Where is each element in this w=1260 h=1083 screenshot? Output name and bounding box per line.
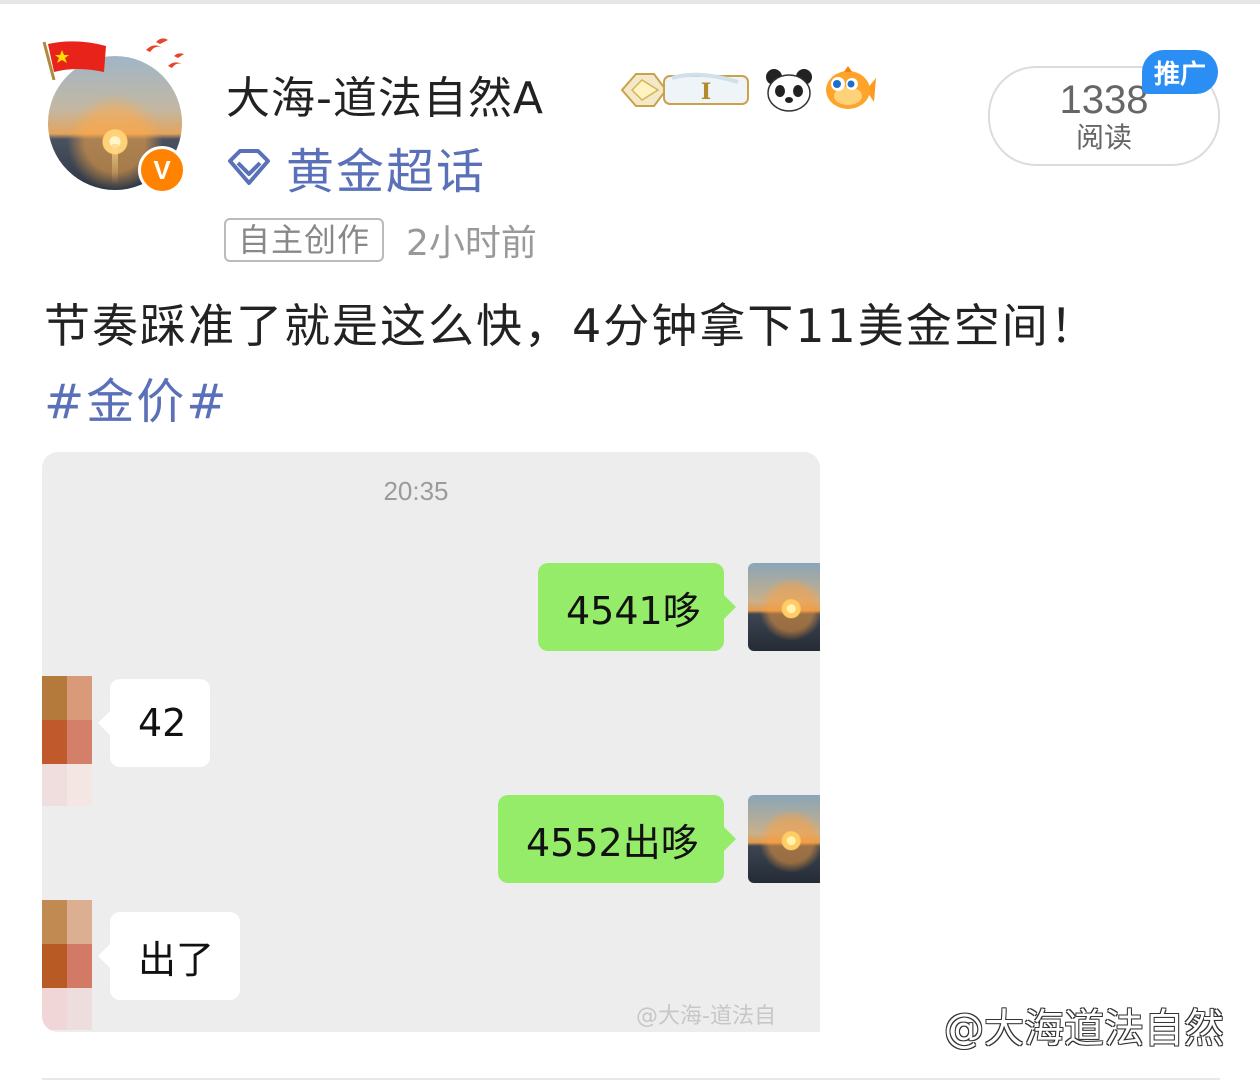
bottom-divider: [42, 1078, 1220, 1080]
sender-avatar: [748, 795, 820, 883]
author-badges: I: [618, 62, 876, 118]
page-watermark: @大海道法自然: [944, 1006, 1224, 1052]
super-topic-link[interactable]: 黄金超话: [226, 132, 486, 202]
contact-avatar-blurred: [42, 676, 92, 806]
chat-screenshot-image[interactable]: 20:35 4541哆 42 4552出哆 出了 @大海-道法自: [42, 452, 820, 1032]
chat-message-outgoing: 4552出哆: [498, 795, 736, 883]
read-count: 1338: [1059, 78, 1149, 122]
author-avatar[interactable]: V: [40, 36, 200, 196]
chat-timestamp: 20:35: [383, 476, 449, 506]
diamond-icon: [228, 149, 270, 185]
post-text: 节奏踩准了就是这么快，4分钟拿下11美金空间！: [44, 299, 1098, 353]
promote-badge[interactable]: 推广: [1142, 50, 1218, 94]
original-tag: 自主创作: [224, 218, 385, 262]
hashtag-link[interactable]: #金价#: [44, 362, 228, 432]
chat-message-incoming: 出了: [98, 912, 240, 1000]
contact-avatar-blurred: [42, 900, 92, 1030]
sender-avatar: [748, 563, 820, 651]
author-name[interactable]: 大海-道法自然A: [226, 62, 544, 126]
post-meta: 自主创作 2小时前: [224, 214, 537, 266]
chat-message-outgoing: 4541哆: [538, 563, 736, 651]
verified-badge: V: [138, 146, 186, 194]
fish-icon[interactable]: [824, 66, 876, 114]
chat-watermark: @大海-道法自: [636, 1004, 776, 1029]
read-label: 阅读: [1075, 121, 1132, 154]
birds-icon: [146, 38, 184, 68]
chat-message-incoming: 42: [98, 679, 210, 767]
svg-text:I: I: [701, 79, 711, 105]
level-badge-icon[interactable]: I: [618, 68, 754, 112]
post-time: 2小时前: [406, 223, 537, 264]
panda-icon[interactable]: [764, 65, 814, 115]
top-divider: [0, 0, 1260, 4]
topic-label: 黄金超话: [286, 144, 487, 200]
flag-icon: [42, 41, 106, 80]
